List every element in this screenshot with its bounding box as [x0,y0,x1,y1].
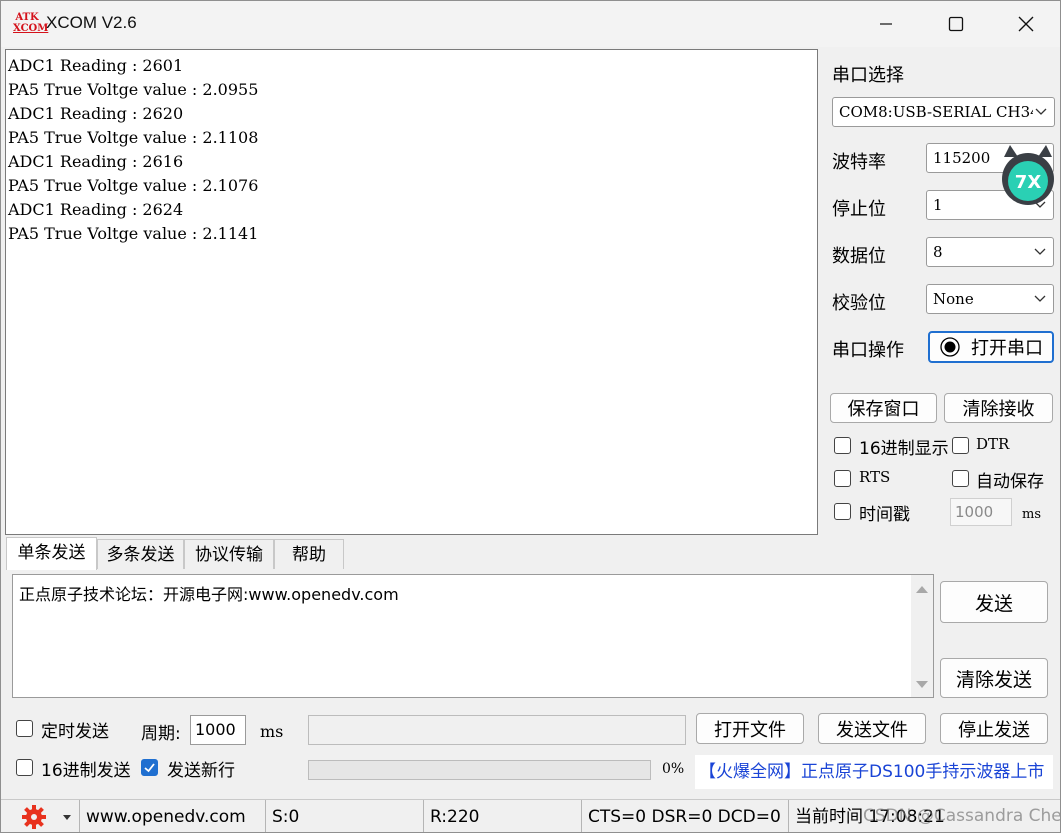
dtr-label: DTR [976,435,1010,453]
close-button[interactable] [991,1,1060,47]
avatar: 7X [996,143,1060,207]
tab-single-send[interactable]: 单条发送 [6,537,97,570]
period-input[interactable]: 1000 [190,715,246,745]
receive-line: PA5 True Voltge value : 2.0955 [8,80,259,99]
timestamp-label: 时间戳 [859,505,910,525]
tab-help[interactable]: 帮助 [274,539,344,569]
stop-send-button[interactable]: 停止发送 [940,713,1048,744]
send-textarea[interactable]: 正点原子技术论坛：开源电子网:www.openedv.com [12,574,934,698]
rts-checkbox[interactable] [834,470,851,487]
timed-send-checkbox[interactable] [16,720,33,737]
tab-multi-send[interactable]: 多条发送 [97,539,184,569]
port-status-icon [940,337,960,357]
port-select-label: 串口选择 [832,65,904,86]
ad-link[interactable]: 【火爆全网】正点原子DS100手持示波器上市 [695,755,1053,789]
clear-receive-button[interactable]: 清除接收 [944,393,1053,423]
svg-text:7X: 7X [1015,172,1042,193]
receive-line: PA5 True Voltge value : 2.1141 [8,224,259,243]
autosave-label: 自动保存 [976,472,1044,492]
receive-line: PA5 True Voltge value : 2.1076 [8,176,259,195]
receive-textarea[interactable]: ADC1 Reading : 2601 PA5 True Voltge valu… [5,49,818,535]
timestamp-input[interactable]: 1000 [950,498,1012,526]
maximize-icon [948,16,964,32]
status-lines: CTS=0 DSR=0 DCD=0 [581,800,788,832]
send-text: 正点原子技术论坛：开源电子网:www.openedv.com [19,585,399,604]
open-file-button[interactable]: 打开文件 [696,713,804,744]
timestamp-checkbox[interactable] [834,503,851,520]
scroll-down-icon[interactable] [911,675,933,693]
receive-line: ADC1 Reading : 2601 [8,56,184,75]
send-newline-checkbox[interactable] [141,759,158,776]
window-title: XCOM V2.6 [46,13,137,32]
timestamp-unit: ms [1022,507,1041,522]
receive-line: PA5 True Voltge value : 2.1108 [8,128,259,147]
receive-line: ADC1 Reading : 2624 [8,200,184,219]
data-bits-label: 数据位 [832,246,886,267]
minimize-button[interactable] [851,1,921,47]
parity-label: 校验位 [832,293,886,314]
tab-protocol[interactable]: 协议传输 [184,539,274,569]
port-operation-label: 串口操作 [832,340,904,361]
watermark: CSDN @Cassandra Chen [863,806,1061,826]
chevron-down-icon [1033,98,1049,126]
app-logo: ATK XCOM [13,12,49,34]
autosave-checkbox[interactable] [952,470,969,487]
maximize-button[interactable] [921,1,991,47]
chevron-down-icon [1032,285,1048,313]
status-received: R:220 [423,800,581,832]
chevron-down-icon [1032,238,1048,266]
rts-label: RTS [859,468,891,486]
hex-send-label: 16进制发送 [41,761,131,781]
progress-percent: 0% [662,761,685,777]
send-newline-label: 发送新行 [167,761,235,781]
receive-line: ADC1 Reading : 2616 [8,152,184,171]
close-icon [1018,16,1034,32]
hex-display-checkbox[interactable] [834,437,851,454]
send-progress-bar [308,760,651,780]
parity-select[interactable]: None [926,284,1054,314]
dropdown-arrow-icon [63,815,72,820]
clear-send-button[interactable]: 清除发送 [940,658,1048,698]
hex-send-checkbox[interactable] [16,759,33,776]
save-window-button[interactable]: 保存窗口 [830,393,937,423]
title-bar[interactable]: ATK XCOM XCOM V2.6 [1,1,1060,47]
period-label: 周期: [141,724,181,744]
status-url[interactable]: www.openedv.com [79,800,265,832]
xcom-window: ATK XCOM XCOM V2.6 ADC1 Reading : 2601 P… [0,0,1061,833]
status-sent: S:0 [265,800,423,832]
send-button[interactable]: 发送 [940,581,1048,623]
port-select[interactable]: COM8:USB-SERIAL CH340 [832,97,1055,127]
file-path-field[interactable] [308,715,686,745]
gear-icon [22,805,46,829]
baud-label: 波特率 [832,152,886,173]
send-scrollbar[interactable] [911,575,933,697]
stop-bits-label: 停止位 [832,199,886,220]
open-port-button[interactable]: 打开串口 [928,331,1054,363]
check-icon [144,763,155,773]
dtr-checkbox[interactable] [952,437,969,454]
receive-line: ADC1 Reading : 2620 [8,104,184,123]
send-file-button[interactable]: 发送文件 [818,713,926,744]
settings-menu[interactable] [1,800,79,832]
hex-display-label: 16进制显示 [859,439,949,459]
status-bar: www.openedv.com S:0 R:220 CTS=0 DSR=0 DC… [1,799,1061,832]
data-bits-select[interactable]: 8 [926,237,1054,267]
minimize-icon [880,23,892,25]
period-unit: ms [260,722,284,741]
timed-send-label: 定时发送 [41,722,109,742]
scroll-up-icon[interactable] [911,581,933,599]
